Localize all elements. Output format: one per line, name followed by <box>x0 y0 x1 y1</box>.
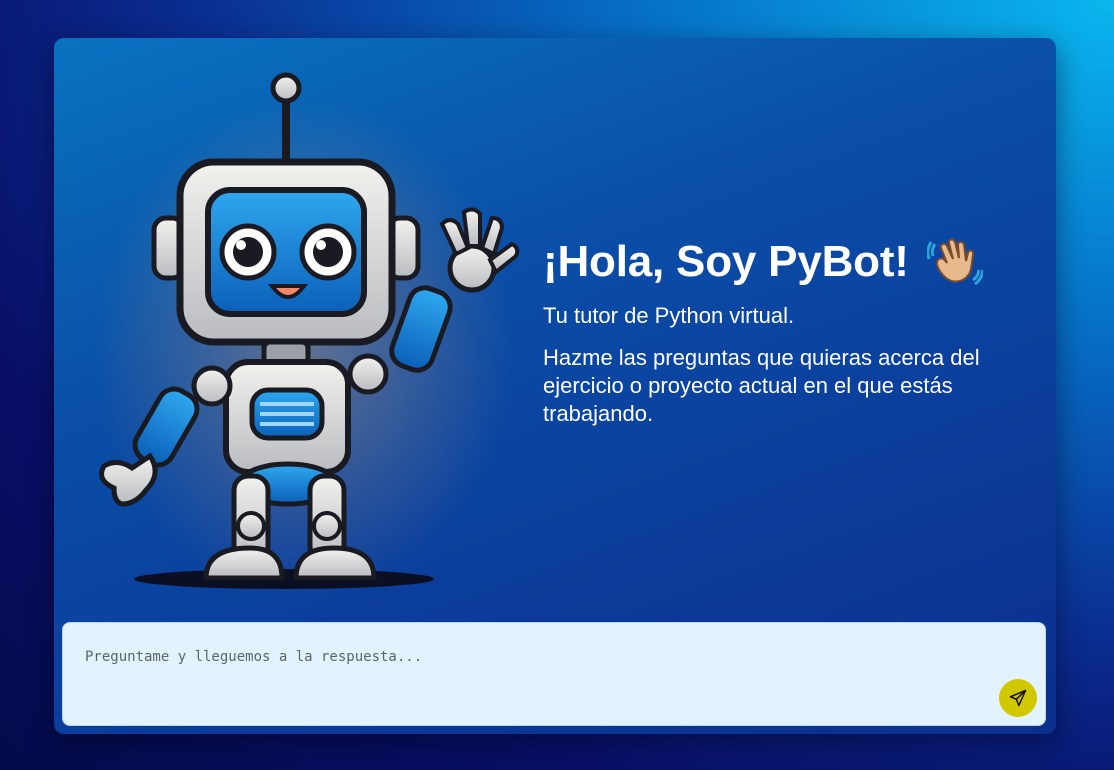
welcome-panel: ¡Hola, Soy PyBot! Tu tutor de Python vir… <box>543 234 1043 428</box>
chat-input-box <box>62 622 1046 726</box>
robot-mascot-illustration <box>94 72 520 598</box>
send-button[interactable] <box>999 679 1037 717</box>
chat-input[interactable] <box>85 649 985 689</box>
page-title: ¡Hola, Soy PyBot! <box>543 237 909 286</box>
waving-hand-icon <box>926 238 983 286</box>
description: Hazme las preguntas que quieras acerca d… <box>543 345 980 426</box>
welcome-heading: ¡Hola, Soy PyBot! <box>543 234 1043 290</box>
send-paper-plane-icon <box>1009 689 1027 707</box>
chat-card: ¡Hola, Soy PyBot! Tu tutor de Python vir… <box>54 38 1056 734</box>
subtitle: Tu tutor de Python virtual. <box>543 303 795 328</box>
